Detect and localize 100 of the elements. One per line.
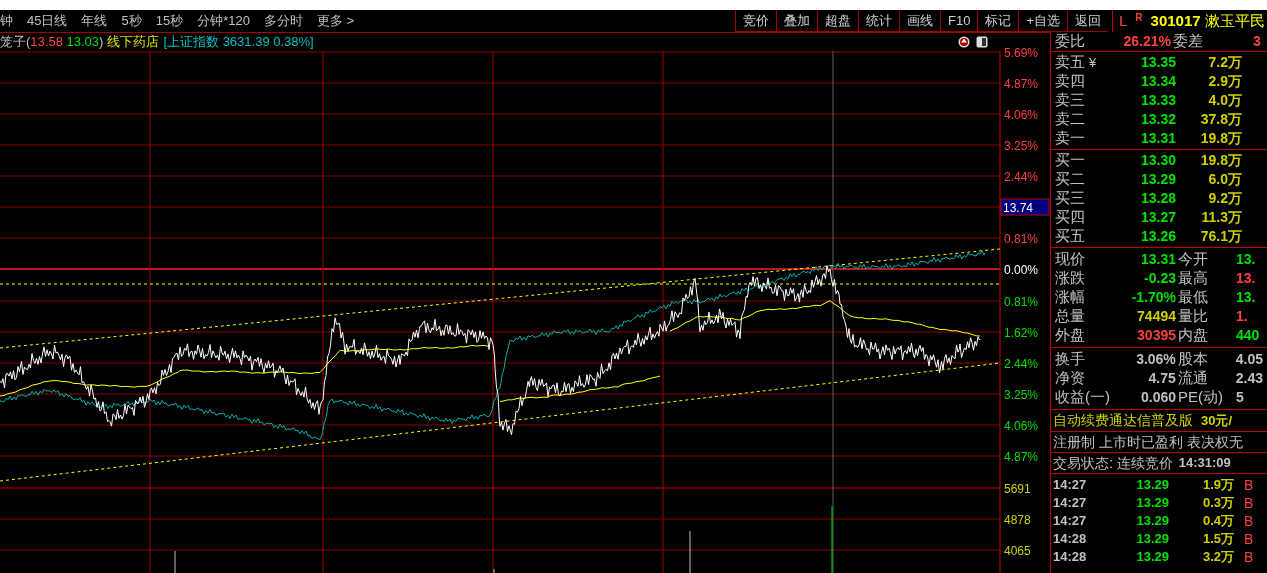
stat-label: 流通 — [1177, 368, 1209, 389]
period-tab[interactable]: 5秒 — [121, 11, 142, 31]
stat-value: 13.31 — [1139, 250, 1176, 269]
axis-label: 4878 — [1004, 513, 1031, 527]
period-tab[interactable]: 年线 — [81, 11, 108, 31]
diff-label: 委差 — [1173, 32, 1204, 52]
level-label: 买二 — [1055, 169, 1085, 190]
trade-time: 14:28 — [1053, 530, 1088, 549]
toolbar-button[interactable]: 超盘 — [817, 10, 858, 31]
level-price: 13.32 — [1139, 110, 1176, 129]
stat-label: 收益(一) — [1055, 387, 1110, 408]
scroll-up-icon[interactable] — [958, 36, 970, 48]
status-time: 14:31:09 — [1178, 454, 1231, 473]
trade-side: B — [1244, 493, 1254, 513]
stat-label: 涨幅 — [1055, 287, 1086, 308]
stat-value: 3.06% — [1135, 350, 1176, 369]
trade-price: 13.29 — [1135, 512, 1169, 531]
toolbar-button[interactable]: 竞价 — [735, 10, 776, 31]
toolbar-button[interactable]: 叠加 — [776, 10, 817, 31]
level-label: 卖一 — [1055, 128, 1085, 149]
trade-volume: 1.5万 — [1201, 530, 1234, 549]
stat-label: 股本 — [1177, 349, 1209, 370]
axis-label: 4065 — [1004, 544, 1031, 558]
trade-time: 14:27 — [1053, 494, 1088, 513]
stat-label: 量比 — [1178, 306, 1209, 327]
axis-label: 4.87% — [1004, 77, 1039, 91]
level-label: 买五 — [1055, 226, 1085, 247]
stock-label: 笼子(13.58 13.03) — [0, 33, 104, 52]
level-volume: 6.0万 — [1207, 170, 1242, 189]
stock-code: 301017 — [1150, 10, 1201, 31]
promo-text: 自动续费通达信普及版 — [1053, 411, 1193, 430]
axis-label: 5.69% — [1004, 46, 1039, 60]
level-volume: 9.2万 — [1207, 189, 1242, 208]
axis-label: 0.81% — [1004, 232, 1039, 246]
toolbar-button[interactable]: +自选 — [1018, 10, 1067, 31]
level-volume: 2.9万 — [1207, 72, 1242, 91]
level-price: 13.30 — [1139, 151, 1176, 170]
stat-value: 2.43 — [1235, 369, 1263, 388]
axis-label: 0.00% — [1004, 263, 1039, 277]
period-tab[interactable]: 更多 > — [316, 11, 355, 31]
toolbar-button[interactable]: 标记 — [977, 10, 1019, 31]
stat-value: 13. — [1236, 288, 1256, 307]
period-tab[interactable]: 多分时 — [263, 11, 303, 31]
stat-label: 外盘 — [1055, 325, 1086, 346]
axis-label: 4.06% — [1004, 108, 1039, 122]
axis-label: 2.44% — [1004, 357, 1039, 371]
trade-side: B — [1244, 511, 1254, 531]
concept-label: 线下药店 — [107, 33, 160, 52]
stat-value: 4.75 — [1147, 369, 1176, 388]
stat-label: 净资 — [1055, 368, 1086, 389]
toolbar-button[interactable]: 画线 — [899, 10, 940, 31]
market-label: L — [1119, 10, 1128, 31]
axis-label: 4.87% — [1004, 450, 1039, 464]
diff-value: 3 — [1253, 32, 1261, 51]
axis-label: 3.25% — [1004, 139, 1039, 153]
stat-value: 440 — [1236, 326, 1260, 345]
level-label: 卖五 — [1055, 52, 1085, 73]
stat-label: 最低 — [1178, 287, 1209, 308]
toolbar-button[interactable]: 统计 — [858, 10, 899, 31]
level-price: 13.35 — [1139, 53, 1176, 72]
stat-label: 换手 — [1055, 349, 1086, 370]
period-tab[interactable]: 45日线 — [27, 11, 68, 31]
level-volume: 37.8万 — [1199, 110, 1242, 129]
level-price: 13.28 — [1139, 189, 1176, 208]
stat-value: -1.70% — [1130, 288, 1176, 307]
promo-price: 30元/ — [1201, 411, 1233, 430]
stat-label: 内盘 — [1178, 325, 1209, 346]
period-tab[interactable]: 15秒 — [155, 11, 184, 31]
trade-time: 14:27 — [1053, 476, 1088, 495]
stat-value: 1. — [1236, 307, 1248, 326]
trade-side: B — [1244, 529, 1254, 549]
level-volume: 19.8万 — [1199, 129, 1242, 148]
trade-price: 13.29 — [1135, 548, 1169, 567]
price-tag-label: 13.74 — [1003, 201, 1034, 215]
stat-value: 30395 — [1136, 326, 1176, 345]
trade-time: 14:28 — [1053, 548, 1088, 567]
level-price: 13.34 — [1139, 72, 1176, 91]
level-price: 13.26 — [1139, 227, 1176, 246]
period-tab[interactable]: 钟 — [0, 11, 13, 31]
level-label: 买一 — [1055, 150, 1085, 171]
period-tab[interactable]: 分钟*120 — [197, 11, 250, 31]
trade-price: 13.29 — [1135, 476, 1169, 495]
axis-label: 3.25% — [1004, 388, 1039, 402]
stat-value: 0.060 — [1139, 388, 1176, 407]
level-price: 13.29 — [1139, 170, 1176, 189]
trade-side: B — [1244, 547, 1254, 567]
toolbar-button[interactable]: 返回 — [1067, 10, 1108, 31]
stat-value: 4.05 — [1235, 350, 1263, 369]
axis-label: 4.06% — [1004, 419, 1039, 433]
level-label: 卖三 — [1055, 90, 1085, 111]
toolbar-button[interactable]: F10 — [940, 10, 978, 31]
stat-value: 74494 — [1136, 307, 1176, 326]
notice-text: 注册制 上市时已盈利 表决权无 — [1053, 432, 1243, 452]
level-price: 13.33 — [1139, 91, 1176, 110]
trading-status: 交易状态: 连续竞价 — [1053, 453, 1173, 473]
axis-label: 0.81% — [1004, 295, 1039, 309]
currency-mark: ¥ — [1089, 53, 1097, 72]
panel-toggle-icon[interactable] — [976, 36, 988, 48]
stat-value: 5 — [1236, 388, 1244, 407]
trade-volume: 0.4万 — [1201, 512, 1234, 531]
